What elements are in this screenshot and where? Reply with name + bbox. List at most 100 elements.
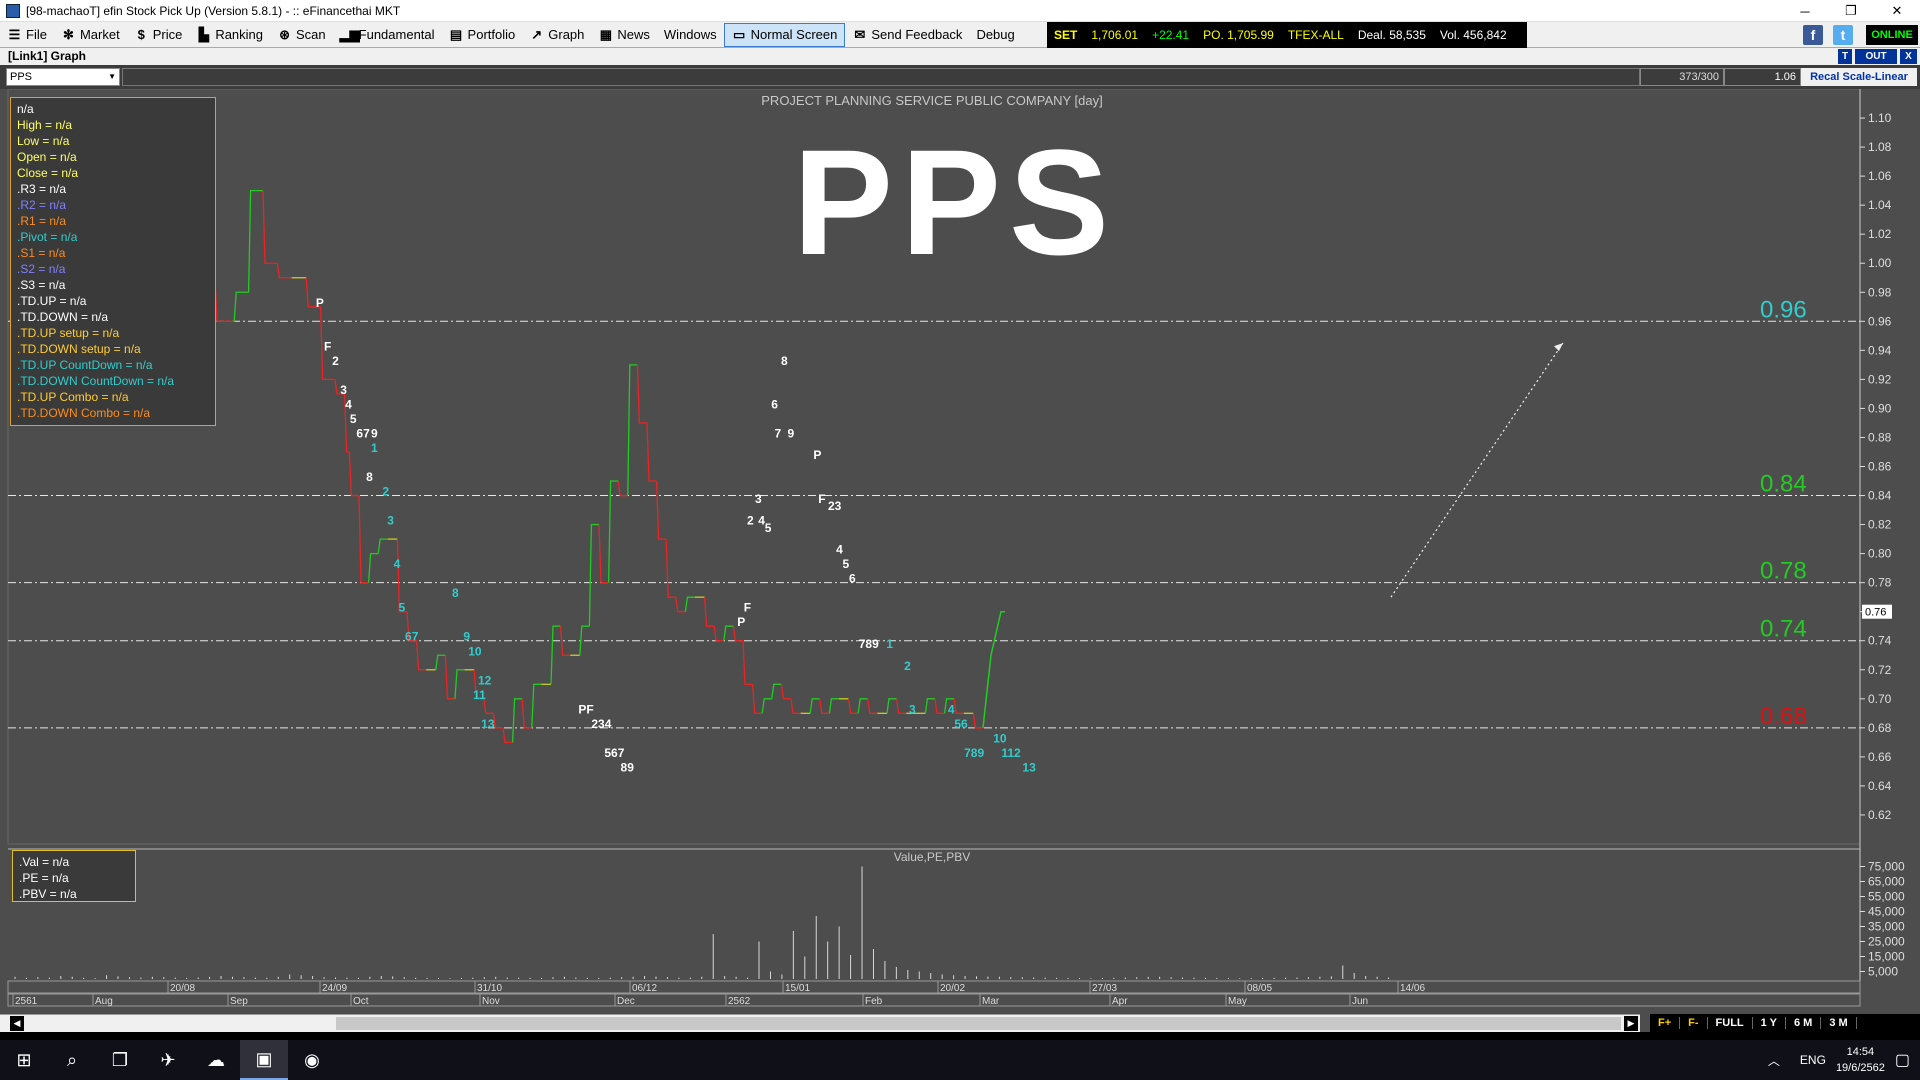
recal-scale-button[interactable]: Recal Scale-Linear	[1801, 68, 1917, 86]
menu-windows[interactable]: Windows	[657, 23, 724, 47]
out-button[interactable]: OUT	[1855, 49, 1897, 64]
taskbar-task-view-icon[interactable]: ❐	[96, 1040, 144, 1080]
app-logo-icon	[6, 3, 20, 18]
td-count-label: 2	[747, 514, 754, 528]
menu-send-feedback[interactable]: ✉ Send Feedback	[845, 23, 969, 47]
menu-normal-screen[interactable]: ▭ Normal Screen	[723, 22, 846, 47]
timeframe-3m[interactable]: 3 M	[1821, 1017, 1857, 1029]
td-count-label: 8	[781, 354, 788, 368]
indicator-row: .TD.UP CountDown = n/a	[17, 358, 153, 372]
x-month-label: Nov	[482, 996, 500, 1007]
td-count-label: 1	[371, 441, 378, 455]
td-count-label: 56	[954, 717, 968, 731]
td-count-label: 2	[904, 659, 911, 673]
x-date-label: 27/03	[1092, 983, 1117, 994]
menu-label: Portfolio	[467, 27, 516, 42]
taskbar-start-icon[interactable]: ⊞	[0, 1040, 48, 1080]
menu-portfolio[interactable]: ▤ Portfolio	[442, 23, 523, 47]
td-count-label: F	[744, 601, 751, 615]
menu-graph[interactable]: ↗ Graph	[522, 23, 591, 47]
timeframe-6m[interactable]: 6 M	[1786, 1017, 1822, 1029]
menu-label: File	[26, 27, 47, 42]
menu-label: Scan	[296, 27, 326, 42]
chart-scrollbar[interactable]: ◀ ▶	[0, 1014, 1640, 1032]
symbol-info-field	[122, 68, 1640, 86]
taskbar-app-efin-icon[interactable]: ▣	[240, 1040, 288, 1080]
td-count-label: F	[324, 339, 331, 353]
menu-price[interactable]: $ Price	[127, 23, 190, 47]
ticker-set-value: 1,706.01	[1091, 28, 1139, 42]
td-count-label: 9	[371, 426, 378, 440]
news-icon: ▦	[599, 27, 613, 42]
scroll-left-icon[interactable]: ◀	[10, 1016, 24, 1031]
taskbar-app-satellite-icon[interactable]: ✈	[144, 1040, 192, 1080]
menu-news[interactable]: ▦ News	[591, 23, 657, 47]
twitter-icon[interactable]: t	[1833, 25, 1853, 45]
indicator-row: .TD.DOWN CountDown = n/a	[17, 374, 175, 388]
taskbar-app-cloud-icon[interactable]: ☁	[192, 1040, 240, 1080]
volume-tick-label: 5,000	[1868, 965, 1898, 979]
menu-label: Market	[79, 27, 120, 42]
td-count-label: PF	[578, 702, 593, 716]
y-tick-label: 1.08	[1868, 140, 1892, 154]
menu-file[interactable]: ☰ File	[0, 23, 54, 47]
t-button[interactable]: T	[1838, 49, 1852, 64]
volume-tick-label: 25,000	[1868, 935, 1905, 949]
facebook-icon[interactable]: f	[1803, 25, 1823, 45]
scroll-thumb[interactable]	[336, 1017, 1621, 1030]
value-row: .PBV = n/a	[19, 887, 77, 901]
volume-tick-label: 15,000	[1868, 950, 1905, 964]
minimize-button[interactable]: ─	[1782, 0, 1828, 22]
y-tick-label: 1.02	[1868, 227, 1892, 241]
clock[interactable]: 14:54 19/6/2562	[1836, 1044, 1885, 1076]
close-graph-button[interactable]: X	[1900, 49, 1917, 64]
td-count-label: 9	[463, 630, 470, 644]
chevron-down-icon: ▼	[108, 72, 116, 81]
value-row: .PE = n/a	[19, 871, 69, 885]
timeframe-1y[interactable]: 1 Y	[1753, 1017, 1786, 1029]
timeframe-fminus[interactable]: F-	[1680, 1017, 1708, 1029]
y-tick-label: 1.00	[1868, 256, 1892, 270]
volume-tick-label: 35,000	[1868, 920, 1905, 934]
restore-button[interactable]: ❐	[1828, 0, 1874, 22]
taskbar-app-chrome-icon[interactable]: ◉	[288, 1040, 336, 1080]
y-tick-label: 0.84	[1868, 489, 1892, 503]
scroll-right-icon[interactable]: ▶	[1624, 1016, 1638, 1031]
language-indicator[interactable]: ENG	[1800, 1053, 1826, 1067]
indicator-row: .TD.DOWN setup = n/a	[17, 342, 141, 356]
menu-label: Fundamental	[358, 27, 435, 42]
td-count-label: P	[737, 615, 745, 629]
menu-market[interactable]: ✻ Market	[54, 23, 127, 47]
y-tick-label: 0.68	[1868, 721, 1892, 735]
price-chart-svg[interactable]: 1.10 1.08 1.06 1.04 1.02 1.00 0.98 0.96 0.94 0.92…	[0, 89, 1920, 1014]
menu-items: ☰ File ✻ Market $ Price ▙ Ranking ⊛ Scan ▂▆ Fundame…	[0, 22, 1022, 48]
close-button[interactable]: ✕	[1874, 0, 1920, 22]
notification-icon[interactable]: ▢	[1895, 1050, 1910, 1070]
ticker-tfex[interactable]: TFEX-ALL	[1288, 28, 1344, 42]
y-tick-label: 0.94	[1868, 343, 1892, 357]
timeframe-full[interactable]: FULL	[1708, 1017, 1753, 1029]
td-count-label: F	[818, 492, 825, 506]
indicator-row: Close = n/a	[17, 166, 79, 180]
timeframe-fplus[interactable]: F+	[1650, 1017, 1681, 1029]
menu-fundamental[interactable]: ▂▆ Fundamental	[333, 23, 442, 47]
symbol-select[interactable]: PPS ▼	[6, 68, 120, 86]
indicator-row: .S3 = n/a	[17, 278, 66, 292]
td-count-label: 3	[340, 383, 347, 397]
volume-tick-label: 75,000	[1868, 860, 1905, 874]
y-tick-label: 0.80	[1868, 547, 1892, 561]
taskbar-search-icon[interactable]: ⌕	[48, 1040, 96, 1080]
x-month-label: Sep	[230, 996, 248, 1007]
x-axis-months-row	[7, 993, 1861, 1007]
x-date-label: 20/02	[940, 983, 965, 994]
timeframe-bar: F+ F- FULL 1 Y6 M3 M	[1650, 1014, 1920, 1032]
tray-arrow-icon[interactable]: ︿	[1768, 1052, 1780, 1069]
y-tick-label: 1.06	[1868, 169, 1892, 183]
menu-ranking[interactable]: ▙ Ranking	[189, 23, 270, 47]
indicator-row: Low = n/a	[17, 134, 70, 148]
y-tick-label: 0.64	[1868, 779, 1892, 793]
x-date-label: 20/08	[170, 983, 195, 994]
menu-debug[interactable]: Debug	[969, 23, 1021, 47]
menu-scan[interactable]: ⊛ Scan	[270, 23, 333, 47]
chart-area[interactable]: 1.10 1.08 1.06 1.04 1.02 1.00 0.98 0.96 0.94 0.92…	[0, 89, 1920, 1032]
